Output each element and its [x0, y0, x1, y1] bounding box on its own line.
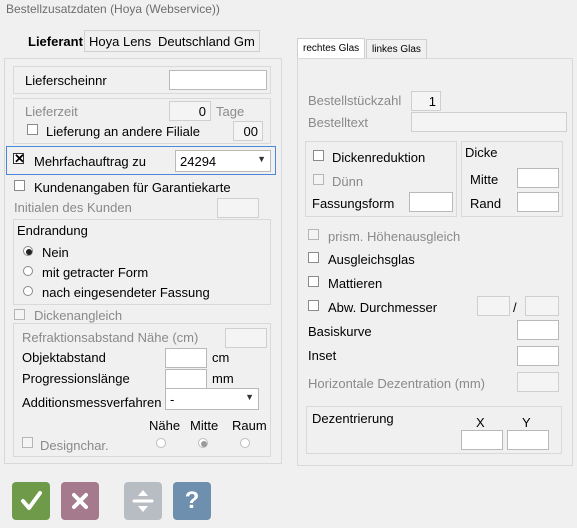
endrandung-option-getracter: mit getracter Form: [42, 265, 149, 280]
lieferscheinnr-input[interactable]: [169, 70, 267, 90]
designchar-radio-naehe[interactable]: [156, 438, 166, 448]
mehrfach-label: Mehrfachauftrag zu: [34, 154, 147, 169]
basiskurve-label: Basiskurve: [308, 324, 372, 339]
ausgleichsglas-checkbox[interactable]: [308, 252, 319, 263]
dickenangleich-label: Dickenangleich: [34, 308, 123, 323]
initialen-label: Initialen des Kunden: [14, 200, 132, 215]
fassungsform-label: Fassungsform: [312, 196, 395, 211]
bestelltext-input[interactable]: [411, 112, 567, 132]
dicke-mitte-input[interactable]: [517, 168, 559, 188]
divide-button[interactable]: [124, 482, 162, 520]
andere-filiale-input[interactable]: 00: [233, 121, 263, 141]
dezentrierung-x-label: X: [476, 415, 485, 430]
ok-button[interactable]: [12, 482, 50, 520]
hor-dez-label: Horizontale Dezentration (mm): [308, 376, 486, 391]
initialen-input[interactable]: [217, 198, 259, 218]
mattieren-checkbox[interactable]: [308, 276, 319, 287]
chevron-down-icon: ▼: [257, 154, 266, 164]
check-icon: [21, 491, 42, 510]
mehrfach-checkbox[interactable]: ✕: [13, 152, 25, 165]
additionsmess-value: -: [170, 392, 175, 407]
progressionslaenge-label: Progressionslänge: [22, 371, 130, 386]
endrandung-radio-nein[interactable]: [23, 246, 33, 256]
endrandung-radio-getracter[interactable]: [23, 266, 33, 276]
bestellstueckzahl-input[interactable]: 1: [411, 91, 441, 111]
dickenreduktion-label: Dickenreduktion: [332, 150, 426, 165]
dezentrierung-y-label: Y: [522, 415, 531, 430]
abw-durchmesser-separator: /: [513, 300, 517, 315]
basiskurve-input[interactable]: [517, 320, 559, 340]
progressionslaenge-unit: mm: [212, 371, 234, 386]
help-icon: ?: [184, 487, 200, 514]
mattieren-label: Mattieren: [328, 276, 383, 291]
x-icon: [72, 493, 88, 509]
dicke-rand-input[interactable]: [517, 192, 559, 212]
abw-durchmesser-checkbox[interactable]: [308, 300, 319, 311]
abw-durchmesser-input-1[interactable]: [477, 296, 510, 316]
fassungsform-input[interactable]: [409, 192, 453, 212]
andere-filiale-label: Lieferung an andere Filiale: [46, 124, 200, 139]
objektabstand-unit: cm: [212, 350, 230, 365]
progressionslaenge-input[interactable]: [165, 369, 207, 389]
mehrfach-select[interactable]: 24294 ▼: [175, 150, 271, 172]
bestellstueckzahl-label: Bestellstückzahl: [308, 93, 402, 108]
hor-dez-input[interactable]: [517, 372, 559, 392]
cancel-button[interactable]: [61, 482, 99, 520]
inset-label: Inset: [308, 348, 337, 363]
chevron-down-icon: ▼: [245, 392, 254, 402]
designchar-label: Designchar.: [40, 438, 109, 453]
tab-rechtes-glas[interactable]: rechtes Glas: [297, 38, 366, 59]
dickenangleich-checkbox[interactable]: [14, 309, 25, 320]
window-title: Bestellzusatzdaten (Hoya (Webservice)): [6, 2, 220, 16]
tab-linkes-glas[interactable]: linkes Glas: [366, 39, 427, 60]
designchar-radio-raum[interactable]: [240, 438, 250, 448]
refraktionsabstand-input[interactable]: [225, 328, 267, 348]
lieferzeit-input[interactable]: 0: [169, 101, 211, 121]
tab-hoya-lens[interactable]: Hoya Lens: [89, 34, 151, 49]
endrandung-option-eingesendet: nach eingesendeter Fassung: [42, 285, 210, 300]
refraktionsabstand-label: Refraktionsabstand Nähe (cm): [22, 330, 199, 345]
dicke-label: Dicke: [465, 145, 498, 160]
andere-filiale-checkbox[interactable]: [27, 124, 38, 135]
objektabstand-input[interactable]: [165, 348, 207, 368]
tab-lieferant[interactable]: Lieferant: [28, 34, 83, 49]
additionsmess-select[interactable]: - ▼: [165, 388, 259, 410]
endrandung-option-nein: Nein: [42, 245, 69, 260]
mehrfach-value: 24294: [180, 154, 217, 169]
objektabstand-label: Objektabstand: [22, 350, 106, 365]
designchar-col-mitte: Mitte: [190, 418, 219, 433]
help-button[interactable]: ?: [173, 482, 211, 520]
inset-input[interactable]: [517, 346, 559, 366]
additionsmess-label: Additionsmessverfahren: [22, 395, 162, 410]
tab-deutschland[interactable]: Deutschland Gm: [158, 34, 255, 49]
dickenreduktion-checkbox[interactable]: [313, 150, 324, 161]
dicke-mitte-label: Mitte: [470, 172, 499, 187]
duenn-label: Dünn: [332, 174, 364, 189]
lieferzeit-unit: Tage: [216, 104, 245, 119]
ausgleichsglas-label: Ausgleichsglas: [328, 252, 415, 267]
kundenangaben-label: Kundenangaben für Garantiekarte: [34, 180, 231, 195]
bestelltext-label: Bestelltext: [308, 115, 368, 130]
prism-checkbox[interactable]: [308, 229, 319, 240]
abw-durchmesser-label: Abw. Durchmesser: [328, 300, 438, 315]
dicke-rand-label: Rand: [470, 196, 502, 211]
dezentrierung-x-input[interactable]: [461, 430, 503, 450]
dezentrierung-y-input[interactable]: [507, 430, 549, 450]
kundenangaben-checkbox[interactable]: [14, 180, 25, 191]
lieferzeit-label: Lieferzeit: [25, 104, 78, 119]
divide-icon: [132, 490, 154, 512]
designchar-checkbox[interactable]: [22, 437, 33, 448]
designchar-col-naehe: Nähe: [149, 418, 181, 433]
endrandung-label: Endrandung: [17, 223, 88, 238]
endrandung-radio-eingesendet[interactable]: [23, 286, 33, 296]
dezentrierung-label: Dezentrierung: [312, 411, 394, 426]
designchar-radio-mitte[interactable]: [198, 438, 208, 448]
abw-durchmesser-input-2[interactable]: [525, 296, 559, 316]
prism-label: prism. Höhenausgleich: [328, 229, 461, 244]
lieferscheinnr-label: Lieferscheinnr: [25, 73, 107, 88]
duenn-checkbox[interactable]: [313, 174, 324, 185]
designchar-col-raum: Raum: [232, 418, 267, 433]
